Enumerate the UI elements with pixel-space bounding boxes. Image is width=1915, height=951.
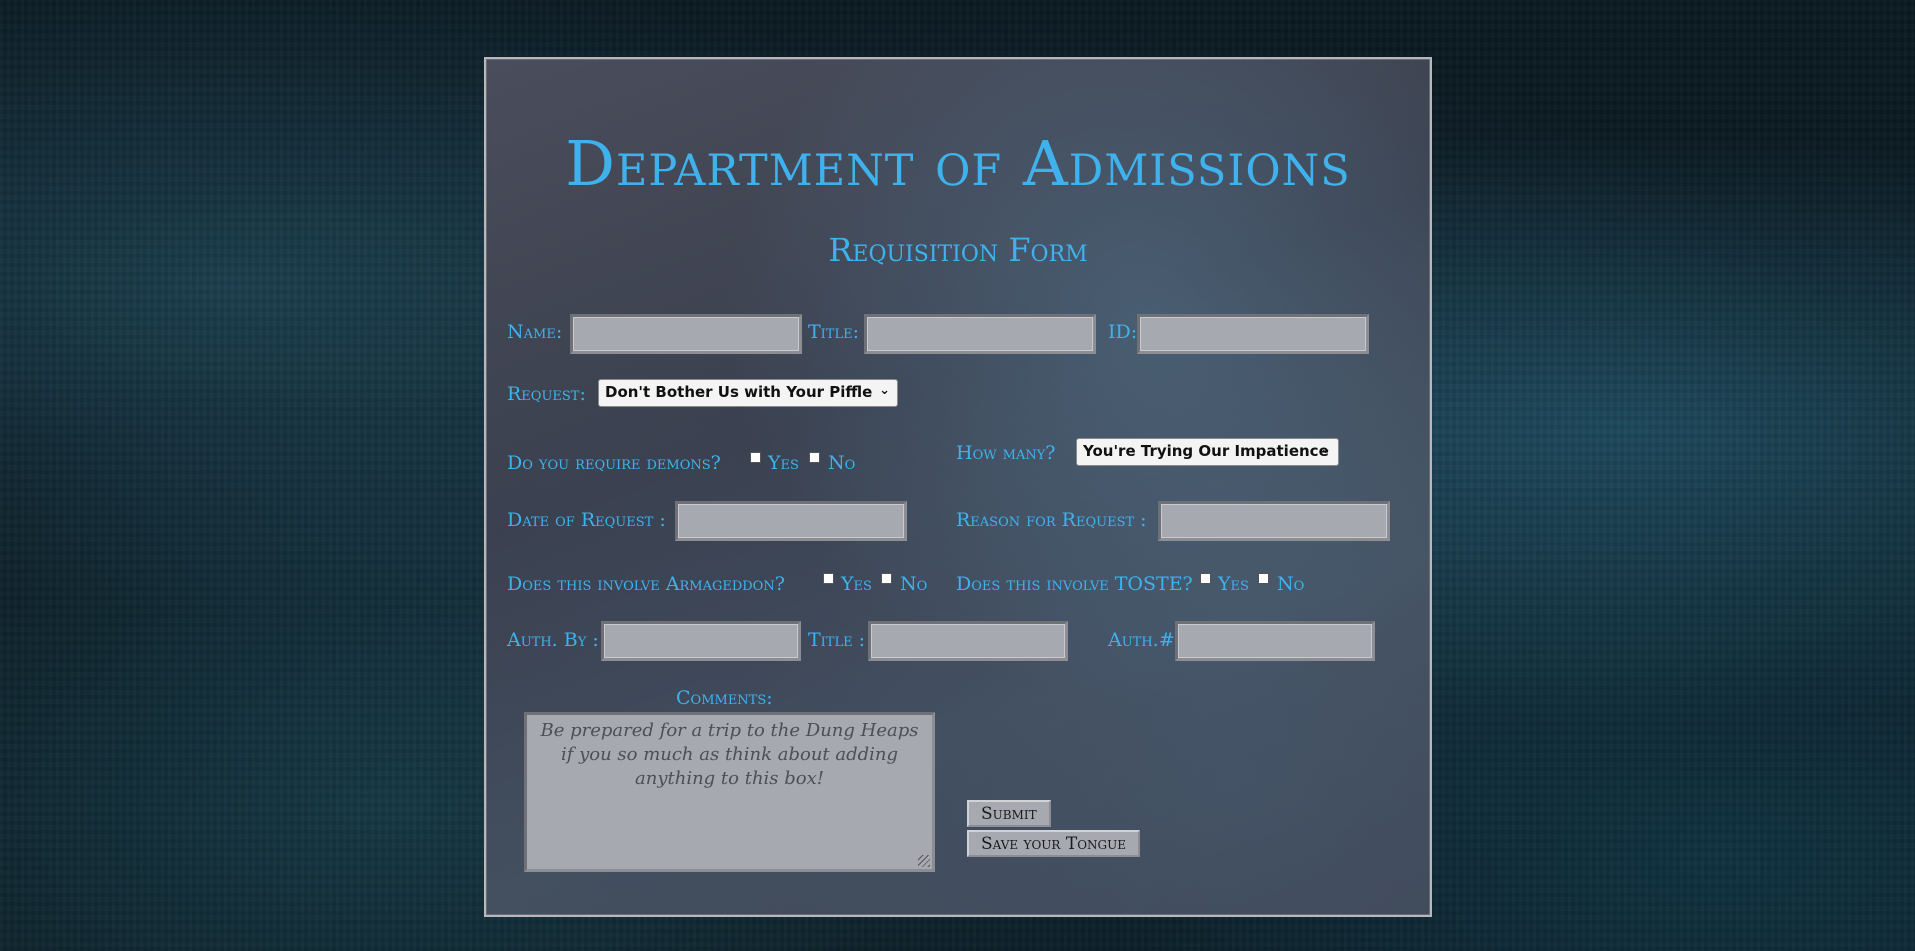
name-label: Name: [507,321,563,343]
auth-by-label: Auth. By : [507,629,599,651]
how-many-select-value: You're Trying Our Impatience [1083,442,1329,460]
id-label: ID: [1108,321,1138,343]
comments-label: Comments: [676,687,773,709]
demons-label: Do you require demons? [507,452,721,474]
request-select[interactable]: Don't Bother Us with Your Piffle ⌄ [598,379,898,407]
demons-yes-label: Yes [768,452,799,474]
toste-yes-label: Yes [1218,573,1249,595]
armageddon-no-label: No [900,573,928,595]
name-input[interactable] [570,314,802,354]
demons-no-label: No [828,452,856,474]
armageddon-label: Does this involve Armageddon? [507,573,785,595]
form-subtitle: Requisition Form [828,231,1088,269]
page-title: Department of Admissions [565,127,1351,200]
toste-yes-checkbox[interactable] [1200,573,1211,584]
auth-number-label: Auth.# [1108,629,1175,651]
save-your-tongue-button[interactable]: Save your Tongue [967,830,1140,857]
date-label: Date of Request : [507,509,666,531]
chevron-down-icon: ⌄ [1320,442,1331,457]
toste-no-checkbox[interactable] [1258,573,1269,584]
toste-label: Does this involve TOSTE? [956,573,1193,595]
request-select-value: Don't Bother Us with Your Piffle [605,383,873,401]
id-input[interactable] [1137,314,1369,354]
armageddon-no-checkbox[interactable] [881,573,892,584]
how-many-label: How many? [956,442,1056,464]
comments-placeholder: Be prepared for a trip to the Dung Heaps… [540,720,919,789]
how-many-select[interactable]: You're Trying Our Impatience ⌄ [1076,438,1339,466]
auth-by-input[interactable] [601,621,801,661]
chevron-down-icon: ⌄ [879,383,890,398]
reason-input[interactable] [1158,501,1390,541]
submit-button[interactable]: Submit [967,800,1051,827]
form-panel: Department of Admissions Requisition For… [484,57,1432,917]
toste-no-label: No [1277,573,1305,595]
auth-title-input[interactable] [868,621,1068,661]
title-input[interactable] [864,314,1096,354]
auth-title-label: Title : [808,629,866,651]
demons-no-checkbox[interactable] [809,452,820,463]
armageddon-yes-checkbox[interactable] [823,573,834,584]
armageddon-yes-label: Yes [841,573,872,595]
reason-label: Reason for Request : [956,509,1147,531]
resize-handle-icon[interactable] [918,855,930,867]
comments-textarea[interactable]: Be prepared for a trip to the Dung Heaps… [524,712,935,872]
date-input[interactable] [675,501,907,541]
request-label: Request: [507,383,586,405]
demons-yes-checkbox[interactable] [750,452,761,463]
auth-number-input[interactable] [1175,621,1375,661]
title-label: Title: [808,321,860,343]
